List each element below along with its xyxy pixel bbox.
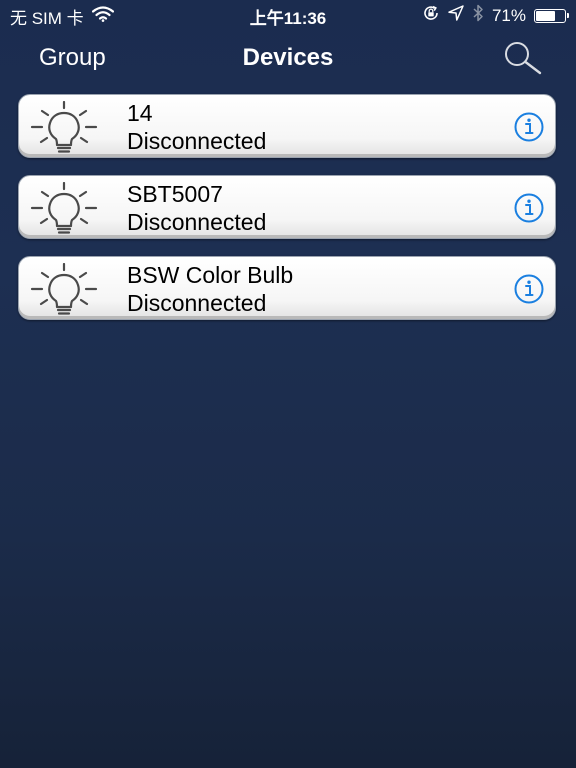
battery-icon [534,8,569,23]
light-bulb-icon [28,181,100,236]
info-button[interactable] [511,273,547,305]
device-list: 14 Disconnected SBT5007 Disconnected BSW… [18,94,556,337]
device-text: SBT5007 Disconnected [127,180,266,236]
info-button[interactable] [511,111,547,143]
device-row[interactable]: BSW Color Bulb Disconnected [18,256,556,320]
search-button[interactable] [498,38,546,78]
device-status: Disconnected [127,128,267,154]
device-name: SBT5007 [127,181,223,207]
search-icon [498,42,546,82]
info-icon [511,193,547,228]
info-button[interactable] [511,192,547,224]
battery-percent: 71% [491,5,526,25]
device-name: BSW Color Bulb [127,262,294,288]
info-icon [511,274,547,309]
bluetooth-icon [472,4,484,27]
light-bulb-icon [28,262,100,317]
device-row[interactable]: SBT5007 Disconnected [18,175,556,239]
battery-fill [536,10,556,21]
device-row[interactable]: 14 Disconnected [18,94,556,158]
status-right: 71% [422,4,569,27]
status-bar: 无 SIM 卡 上午11:36 71% [0,0,576,30]
info-icon [511,112,547,147]
location-icon [448,5,464,26]
device-text: BSW Color Bulb Disconnected [127,261,293,317]
light-bulb-icon [28,100,100,155]
nav-bar: Group Devices [0,30,576,86]
rotation-lock-icon [422,4,440,27]
page-title: Devices [242,44,334,71]
device-name: 14 [127,100,153,126]
device-text: 14 Disconnected [127,99,266,155]
device-status: Disconnected [127,209,267,235]
battery-tip [567,12,569,18]
device-status: Disconnected [127,290,267,316]
